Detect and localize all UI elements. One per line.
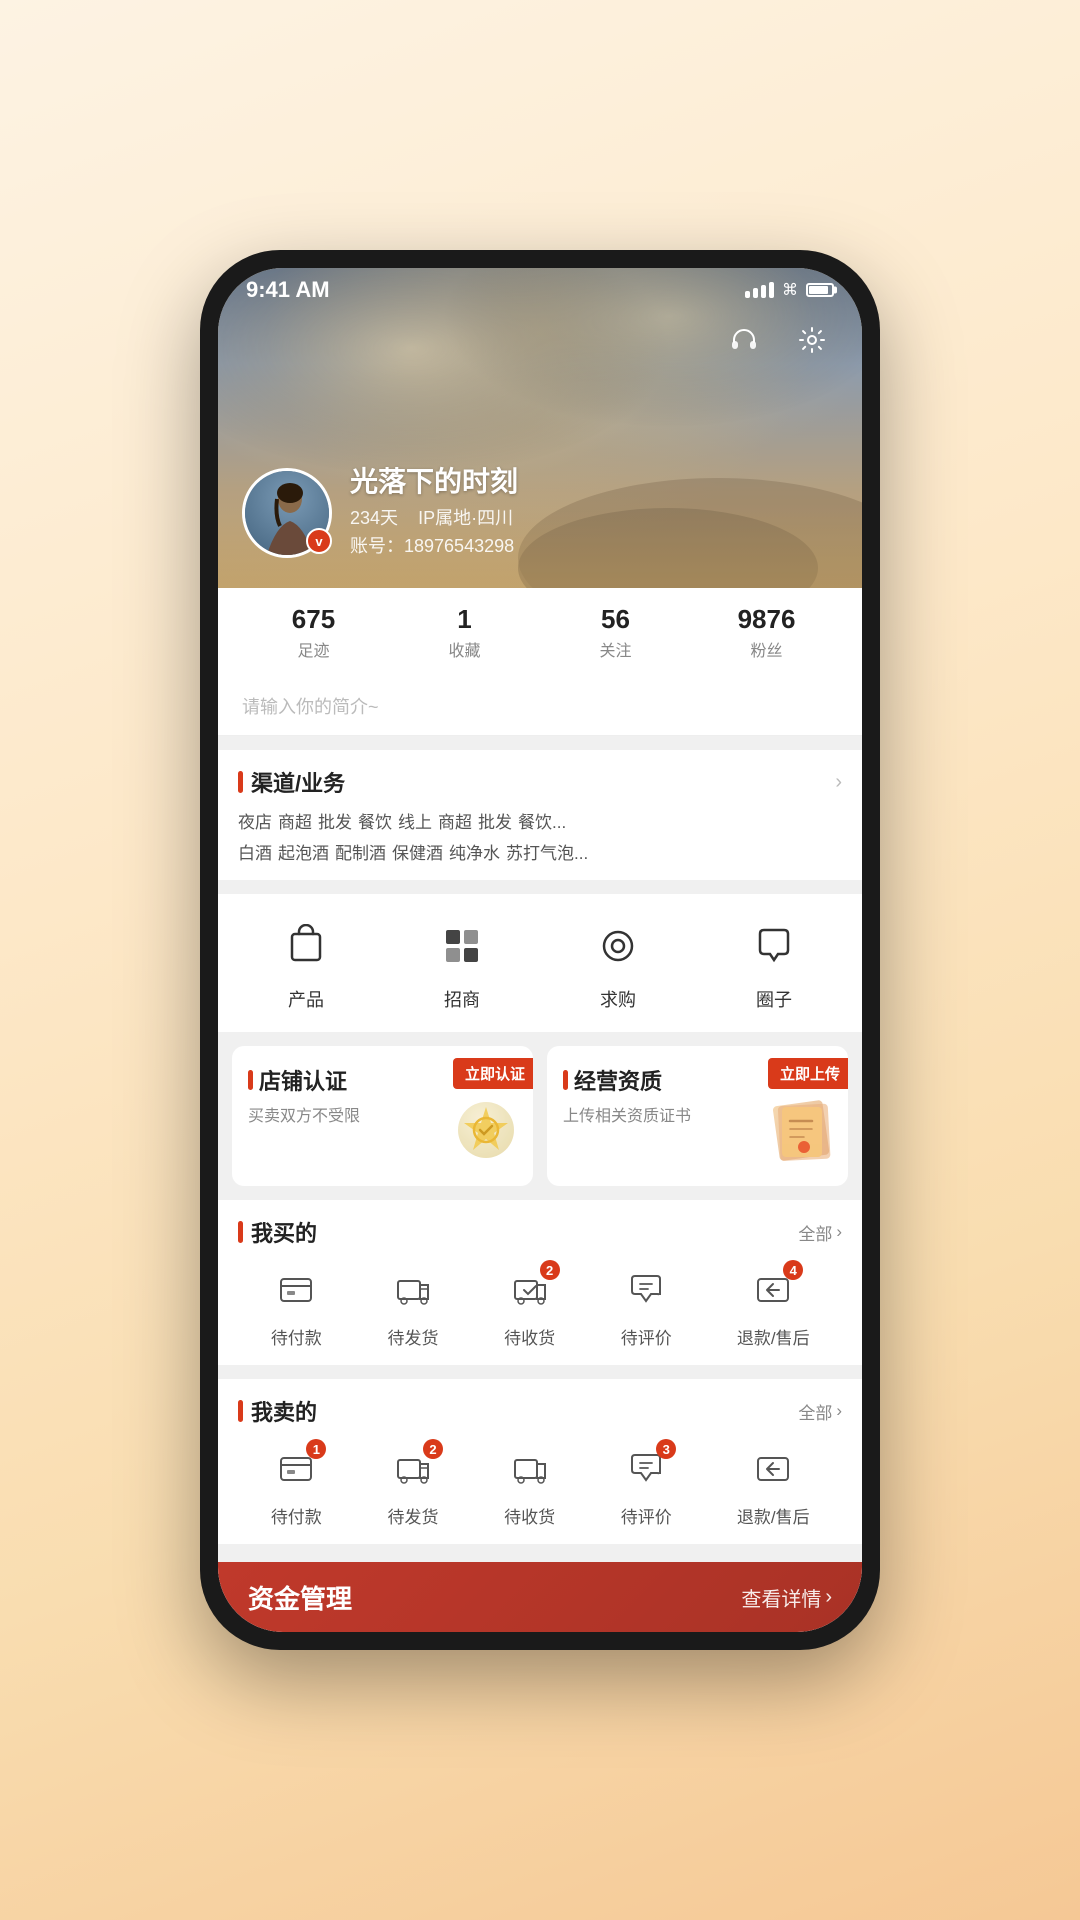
channels-section: 渠道/业务 › 夜店 商超 批发 餐饮 线上 商超 批发 餐饮... 白酒 起泡…	[218, 750, 862, 880]
my-sell-section: 我卖的 全部 ›	[218, 1379, 862, 1544]
cert-row: 立即认证 店铺认证 买卖双方不受限	[218, 1046, 862, 1186]
my-buy-all-link[interactable]: 全部 ›	[798, 1220, 842, 1245]
cert-store[interactable]: 立即认证 店铺认证 买卖双方不受限	[232, 1046, 533, 1186]
status-icons: ⌘	[745, 280, 834, 300]
recruit-icon	[430, 914, 494, 978]
my-buy-orders: 待付款	[238, 1264, 842, 1349]
order-buy-refund[interactable]: 4 退款/售后	[737, 1264, 810, 1349]
community-icon	[742, 914, 806, 978]
order-badge-receive: 2	[540, 1260, 560, 1280]
sell-ship-badge: 2	[423, 1439, 443, 1459]
phone-screen: 9:41 AM ⌘	[218, 268, 862, 1632]
hero-icons	[722, 318, 834, 362]
cert-business-badge[interactable]: 立即上传	[768, 1058, 848, 1089]
quick-actions: 产品 招商	[218, 894, 862, 1032]
headset-icon[interactable]	[722, 318, 766, 362]
stat-following[interactable]: 56 关注	[540, 604, 691, 661]
action-recruit[interactable]: 招商	[430, 914, 494, 1012]
sell-pay-badge: 1	[306, 1439, 326, 1459]
order-buy-pending-review[interactable]: 待评价	[620, 1264, 672, 1349]
order-buy-pending-pay[interactable]: 待付款	[270, 1264, 322, 1349]
status-bar: 9:41 AM ⌘	[218, 268, 862, 312]
content-area: 请输入你的简介~ 渠道/业务 › 夜店 商超 批发 餐饮 线上 商超	[218, 677, 862, 1632]
cert-business[interactable]: 立即上传 经营资质 上传相关资质证书	[547, 1046, 848, 1186]
order-sell-refund[interactable]: 退款/售后	[737, 1443, 810, 1528]
profile-name: 光落下的时刻	[350, 460, 838, 500]
action-community[interactable]: 圈子	[742, 914, 806, 1012]
channels-arrow[interactable]: ›	[835, 771, 842, 794]
stat-footprint[interactable]: 675 足迹	[238, 604, 389, 661]
order-badge-refund: 4	[783, 1260, 803, 1280]
order-sell-pending-pay[interactable]: 1 待付款	[270, 1443, 322, 1528]
battery-icon	[806, 283, 834, 297]
pending-review-icon	[620, 1264, 672, 1316]
product-icon	[274, 914, 338, 978]
pending-pay-icon	[270, 1264, 322, 1316]
channel-tags-row1: 夜店 商超 批发 餐饮 线上 商超 批发 餐饮...	[238, 808, 842, 833]
order-buy-pending-ship[interactable]: 待发货	[387, 1264, 439, 1349]
purchase-icon	[586, 914, 650, 978]
pending-ship-icon	[387, 1264, 439, 1316]
sell-review-badge: 3	[656, 1439, 676, 1459]
hero-banner: v 光落下的时刻 234天 IP属地·四川 账号：18976543298	[218, 268, 862, 588]
cert-store-badge[interactable]: 立即认证	[453, 1058, 533, 1089]
order-sell-pending-ship[interactable]: 2 待发货	[387, 1443, 439, 1528]
action-purchase[interactable]: 求购	[586, 914, 650, 1012]
profile-meta: 234天 IP属地·四川	[350, 504, 838, 530]
stat-fans[interactable]: 9876 粉丝	[691, 604, 842, 661]
cert-business-icon	[766, 1095, 836, 1178]
sell-refund-icon	[747, 1443, 799, 1495]
avatar-container: v	[242, 468, 332, 558]
stats-row: 675 足迹 1 收藏 56 关注 9876 粉丝	[218, 588, 862, 677]
channel-tags-row2: 白酒 起泡酒 配制酒 保健酒 纯净水 苏打气泡...	[238, 839, 842, 864]
wifi-icon: ⌘	[782, 280, 798, 300]
order-sell-pending-review[interactable]: 3 待评价	[620, 1443, 672, 1528]
order-buy-pending-receive[interactable]: 2 待收货	[504, 1264, 556, 1349]
my-buy-section: 我买的 全部 ›	[218, 1200, 862, 1365]
order-sell-pending-receive[interactable]: 待收货	[504, 1443, 556, 1528]
action-product[interactable]: 产品	[274, 914, 338, 1012]
bottom-bar-title[interactable]: 资金管理	[248, 1579, 352, 1616]
bottom-bar-link[interactable]: 查看详情 ›	[741, 1583, 832, 1612]
status-time: 9:41 AM	[246, 277, 330, 303]
bio-input[interactable]: 请输入你的简介~	[218, 677, 862, 736]
my-sell-orders: 1 待付款	[238, 1443, 842, 1528]
sell-receive-icon	[504, 1443, 556, 1495]
profile-section: v 光落下的时刻 234天 IP属地·四川 账号：18976543298	[242, 460, 838, 558]
signal-icon	[745, 282, 774, 298]
profile-info: 光落下的时刻 234天 IP属地·四川 账号：18976543298	[350, 460, 838, 558]
my-sell-all-link[interactable]: 全部 ›	[798, 1399, 842, 1424]
channels-header: 渠道/业务 ›	[238, 766, 842, 798]
profile-account: 账号：18976543298	[350, 532, 838, 558]
cert-store-icon	[451, 1095, 521, 1178]
settings-icon[interactable]	[790, 318, 834, 362]
stat-favorites[interactable]: 1 收藏	[389, 604, 540, 661]
channels-title: 渠道/业务	[238, 766, 345, 798]
phone-frame: 9:41 AM ⌘	[200, 250, 880, 1650]
bottom-bar: 资金管理 查看详情 ›	[218, 1562, 862, 1632]
